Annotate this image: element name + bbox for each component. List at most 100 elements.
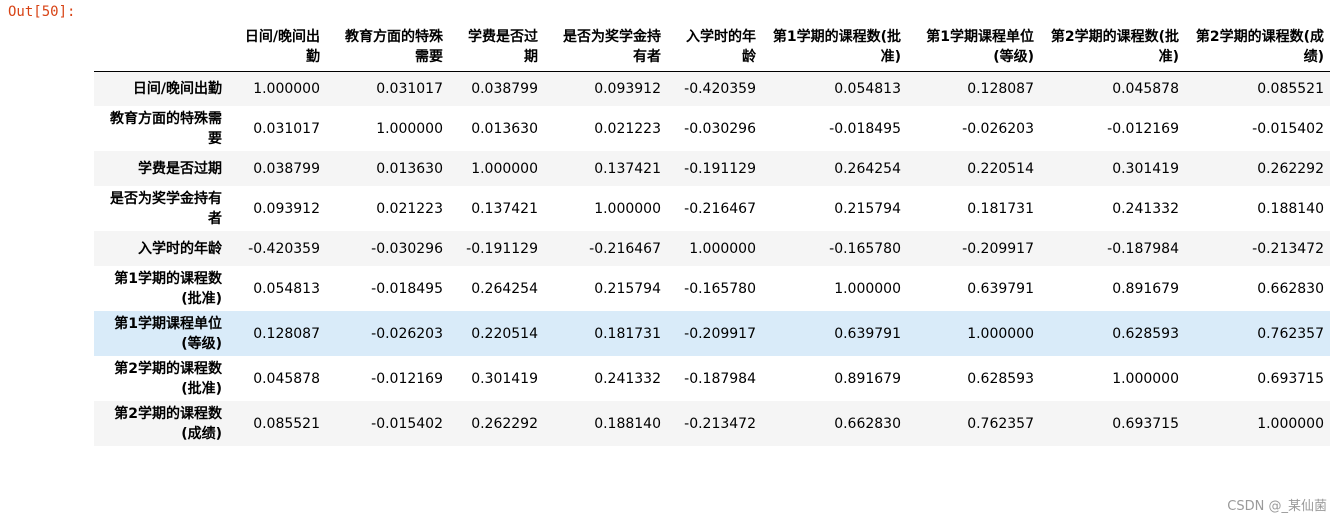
table-cell: 0.045878 [1112, 80, 1179, 97]
table-cell: -0.165780 [684, 280, 756, 297]
table-cell: 1.000000 [689, 240, 756, 257]
table-cell: -0.012169 [371, 370, 443, 387]
table-cell: 0.662830 [1257, 280, 1324, 297]
table-cell: 0.181731 [967, 200, 1034, 217]
table-cell: -0.165780 [829, 240, 901, 257]
table-cell: 0.264254 [471, 280, 538, 297]
dataframe-output: 日间/晚间出勤 教育方面的特殊需要 学费是否过期 是否为奖学金持有者 入学时的年… [94, 18, 1330, 446]
table-cell: 0.054813 [834, 80, 901, 97]
table-cell: 0.891679 [1112, 280, 1179, 297]
output-prompt: Out[50]: [8, 4, 76, 20]
column-header: 学费是否过期 [449, 18, 544, 72]
row-index-label: 第1学期课程单位(等级) [114, 315, 222, 352]
table-cell: 0.013630 [471, 120, 538, 137]
table-cell: 0.762357 [1257, 325, 1324, 342]
column-header: 第2学期的课程数(成绩) [1185, 18, 1330, 72]
table-row: 是否为奖学金持有者 0.093912 0.021223 0.137421 1.00000… [94, 186, 1330, 231]
table-cell: 0.045878 [253, 370, 320, 387]
table-cell: 0.262292 [1257, 160, 1324, 177]
table-cell: 0.301419 [1112, 160, 1179, 177]
table-cell: 0.093912 [594, 80, 661, 97]
column-header: 第2学期的课程数(批准) [1040, 18, 1185, 72]
index-header [94, 18, 228, 72]
table-cell: 0.762357 [967, 415, 1034, 432]
table-cell: -0.018495 [829, 120, 901, 137]
row-index-label: 是否为奖学金持有者 [110, 190, 222, 227]
table-cell: -0.026203 [371, 325, 443, 342]
table-cell: 0.215794 [594, 280, 661, 297]
table-cell: -0.191129 [466, 240, 538, 257]
row-index-label: 第1学期的课程数(批准) [114, 270, 222, 307]
table-cell: 1.000000 [376, 120, 443, 137]
table-row: 学费是否过期 0.038799 0.013630 1.000000 0.137421 -0… [94, 151, 1330, 186]
table-cell: 0.128087 [253, 325, 320, 342]
table-cell: -0.216467 [684, 200, 756, 217]
table-cell: 0.639791 [834, 325, 901, 342]
table-cell: 1.000000 [1257, 415, 1324, 432]
table-cell: -0.213472 [1252, 240, 1324, 257]
table-cell: -0.209917 [962, 240, 1034, 257]
watermark: CSDN @_某仙菌 [1227, 499, 1327, 514]
table-row: 入学时的年龄 -0.420359 -0.030296 -0.191129 -0.2164… [94, 231, 1330, 266]
row-index-label: 第2学期的课程数(成绩) [114, 405, 222, 442]
table-cell: -0.213472 [684, 415, 756, 432]
table-cell: 0.693715 [1112, 415, 1179, 432]
table-cell: -0.216467 [589, 240, 661, 257]
table-row: 第2学期的课程数(批准) 0.045878 -0.012169 0.301419 0.2… [94, 356, 1330, 401]
table-cell: -0.015402 [371, 415, 443, 432]
table-cell: 1.000000 [471, 160, 538, 177]
table-cell: 0.054813 [253, 280, 320, 297]
header-row: 日间/晚间出勤 教育方面的特殊需要 学费是否过期 是否为奖学金持有者 入学时的年… [94, 18, 1330, 72]
column-header: 第1学期课程单位(等级) [907, 18, 1040, 72]
table-row: 教育方面的特殊需要 0.031017 1.000000 0.013630 0.02122… [94, 106, 1330, 151]
column-header: 是否为奖学金持有者 [544, 18, 667, 72]
table-cell: 0.093912 [253, 200, 320, 217]
table-cell: 0.301419 [471, 370, 538, 387]
table-cell: -0.187984 [1107, 240, 1179, 257]
table-cell: 0.021223 [376, 200, 443, 217]
table-row: 第2学期的课程数(成绩) 0.085521 -0.015402 0.262292 0.1… [94, 401, 1330, 446]
table-cell: 0.188140 [594, 415, 661, 432]
table-cell: 0.220514 [967, 160, 1034, 177]
table-cell: 0.085521 [1257, 80, 1324, 97]
table-row: 第1学期的课程数(批准) 0.054813 -0.018495 0.264254 0.2… [94, 266, 1330, 311]
table-cell: 0.262292 [471, 415, 538, 432]
table-cell: 0.181731 [594, 325, 661, 342]
table-cell: -0.187984 [684, 370, 756, 387]
table-cell: -0.015402 [1252, 120, 1324, 137]
row-index-label: 入学时的年龄 [138, 240, 222, 257]
table-cell: 0.031017 [376, 80, 443, 97]
table-cell: -0.012169 [1107, 120, 1179, 137]
table-cell: 0.137421 [471, 200, 538, 217]
table-cell: 0.241332 [594, 370, 661, 387]
row-index-label: 第2学期的课程数(批准) [114, 360, 222, 397]
table-row: 日间/晚间出勤 1.000000 0.031017 0.038799 0.093912 -… [94, 71, 1330, 106]
table-cell: 0.891679 [834, 370, 901, 387]
table-cell: 0.215794 [834, 200, 901, 217]
table-cell: 0.085521 [253, 415, 320, 432]
table-cell: 0.220514 [471, 325, 538, 342]
table-cell: 0.628593 [1112, 325, 1179, 342]
column-header: 日间/晚间出勤 [228, 18, 326, 72]
table-cell: -0.030296 [371, 240, 443, 257]
correlation-table: 日间/晚间出勤 教育方面的特殊需要 学费是否过期 是否为奖学金持有者 入学时的年… [94, 18, 1330, 446]
table-cell: 0.137421 [594, 160, 661, 177]
table-cell: 1.000000 [1112, 370, 1179, 387]
table-cell: 0.693715 [1257, 370, 1324, 387]
table-cell: 0.021223 [594, 120, 661, 137]
table-cell: 0.639791 [967, 280, 1034, 297]
table-cell: 0.128087 [967, 80, 1034, 97]
table-cell: -0.209917 [684, 325, 756, 342]
row-index-label: 日间/晚间出勤 [132, 80, 222, 97]
table-cell: 1.000000 [967, 325, 1034, 342]
table-cell: -0.030296 [684, 120, 756, 137]
table-cell: 0.038799 [471, 80, 538, 97]
table-cell: -0.018495 [371, 280, 443, 297]
row-index-label: 教育方面的特殊需要 [110, 110, 222, 147]
table-cell: 0.188140 [1257, 200, 1324, 217]
table-cell: 0.031017 [253, 120, 320, 137]
column-header: 教育方面的特殊需要 [326, 18, 449, 72]
table-cell: 0.038799 [253, 160, 320, 177]
table-cell: -0.420359 [684, 80, 756, 97]
table-cell: -0.420359 [248, 240, 320, 257]
